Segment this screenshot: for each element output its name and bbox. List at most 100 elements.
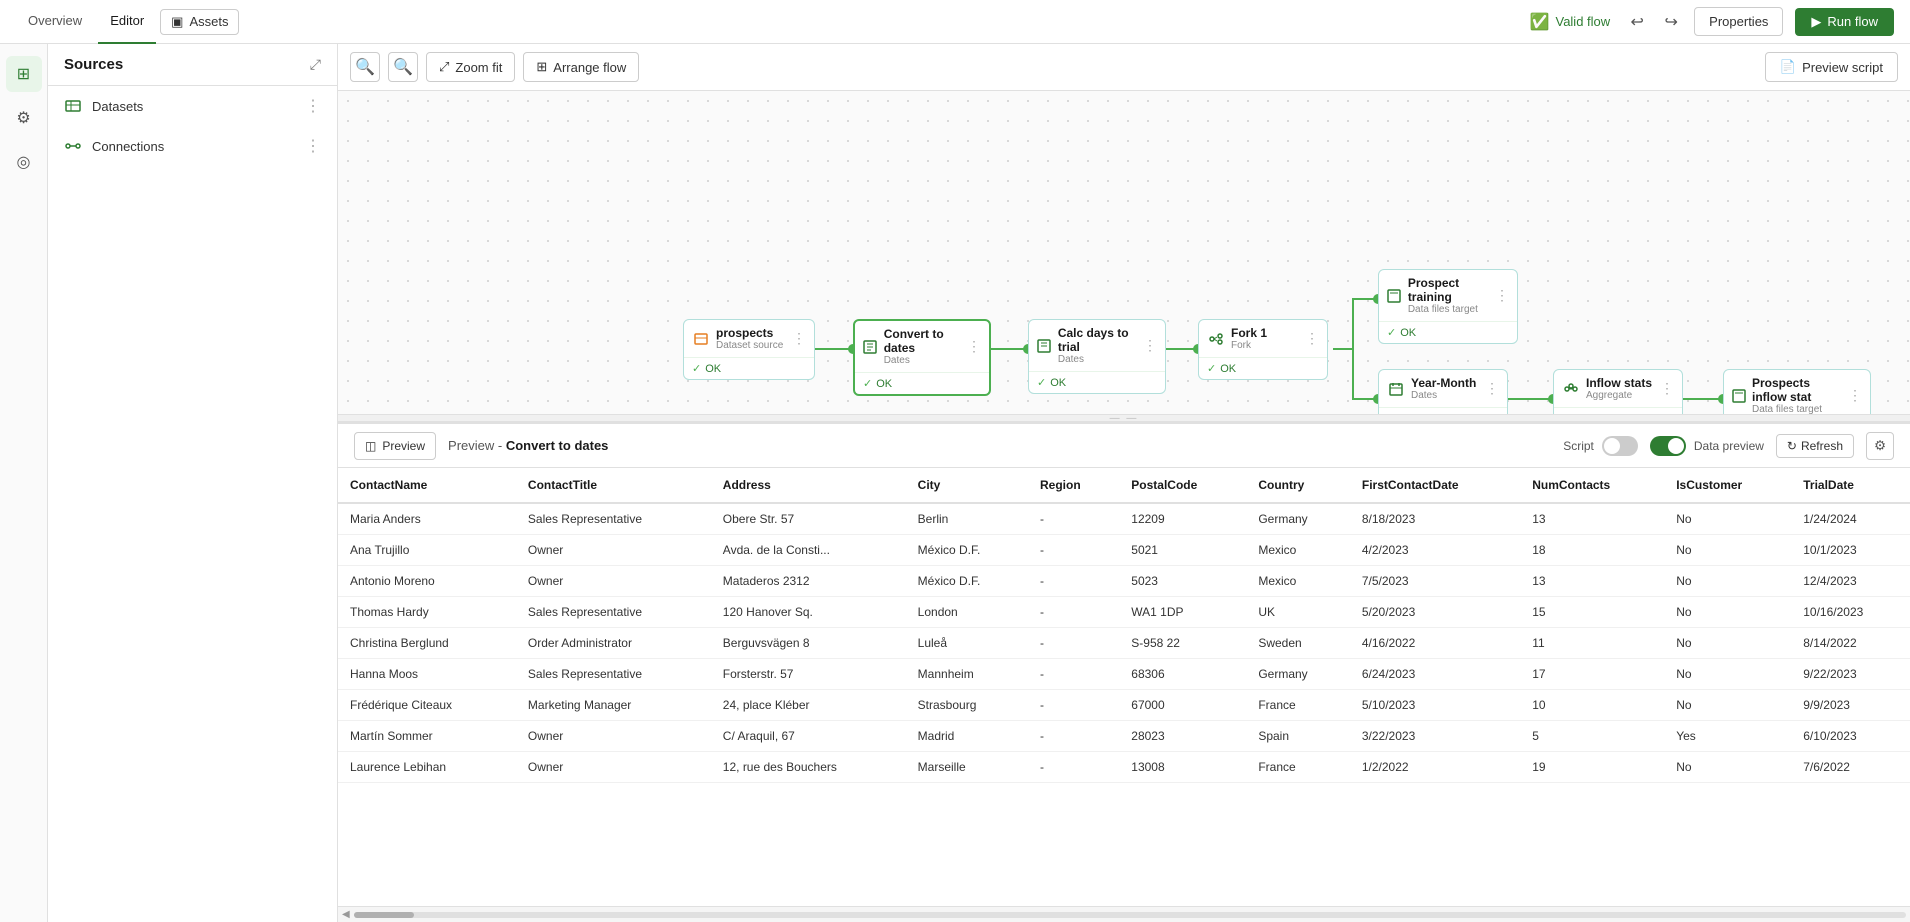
table-cell: Strasbourg <box>906 690 1028 721</box>
sidebar-item-connections[interactable]: Connections ⋮ <box>48 126 337 166</box>
scrollbar-thumb <box>354 912 414 918</box>
node-ym-dots[interactable]: ⋮ <box>1485 380 1499 397</box>
table-cell: 12, rue des Bouchers <box>711 752 906 783</box>
undo-button[interactable]: ↩ <box>1622 7 1652 37</box>
data-table: ContactNameContactTitleAddressCityRegion… <box>338 468 1910 783</box>
node-ym-ok-icon: ✓ <box>1387 412 1396 414</box>
node-fork1[interactable]: Fork 1 Fork ⋮ ✓ OK <box>1198 319 1328 380</box>
table-row: Christina BerglundOrder AdministratorBer… <box>338 628 1910 659</box>
table-cell: Antonio Moreno <box>338 566 516 597</box>
redo-button[interactable]: ↪ <box>1656 7 1686 37</box>
left-strip-home[interactable]: ⊞ <box>6 56 42 92</box>
refresh-icon: ↻ <box>1787 439 1797 453</box>
table-cell: 5023 <box>1119 566 1246 597</box>
table-cell: No <box>1664 659 1791 690</box>
node-prospects-dots[interactable]: ⋮ <box>792 330 806 347</box>
connections-more-icon[interactable]: ⋮ <box>305 136 321 156</box>
zoom-out-button[interactable]: 🔍 <box>388 52 418 82</box>
flow-canvas[interactable]: prospects Dataset source ⋮ ✓ OK <box>338 91 1910 414</box>
table-row: Ana TrujilloOwnerAvda. de la Consti...Mé… <box>338 535 1910 566</box>
tab-assets[interactable]: ▣ Assets <box>160 9 239 35</box>
left-strip-target[interactable]: ◎ <box>6 144 42 180</box>
settings-button[interactable]: ⚙ <box>1866 432 1894 460</box>
preview-script-button[interactable]: 📄 Preview script <box>1765 52 1898 82</box>
table-cell: Sales Representative <box>516 659 711 690</box>
node-pt-dots[interactable]: ⋮ <box>1495 287 1509 304</box>
table-cell: No <box>1664 628 1791 659</box>
table-cell: C/ Araquil, 67 <box>711 721 906 752</box>
inflow-stats-icon <box>1562 380 1580 398</box>
table-cell: 5/10/2023 <box>1350 690 1520 721</box>
preview-tab-icon: ◫ <box>365 439 376 453</box>
tab-editor[interactable]: Editor <box>98 0 156 44</box>
col-header-address: Address <box>711 468 906 503</box>
table-cell: 9/22/2023 <box>1791 659 1910 690</box>
node-convert-dots[interactable]: ⋮ <box>967 338 981 355</box>
node-prospects-inflow-stat[interactable]: Prospects inflow stat Data files target … <box>1723 369 1871 414</box>
sidebar-title: Sources <box>64 56 123 73</box>
node-convert-title: Convert to dates <box>884 327 961 355</box>
left-strip-settings[interactable]: ⚙ <box>6 100 42 136</box>
properties-button[interactable]: Properties <box>1694 7 1783 36</box>
node-pt-ok-label: OK <box>1400 327 1416 339</box>
node-convert-to-dates[interactable]: Convert to dates Dates ⋮ ✓ OK <box>853 319 991 396</box>
arrange-flow-button[interactable]: ⊞ Arrange flow <box>523 52 639 82</box>
node-is-dots[interactable]: ⋮ <box>1660 380 1674 397</box>
scrollbar-area[interactable]: ◀ <box>338 906 1910 922</box>
refresh-button[interactable]: ↻ Refresh <box>1776 434 1854 458</box>
table-cell: Mannheim <box>906 659 1028 690</box>
col-header-region: Region <box>1028 468 1119 503</box>
data-table-wrapper[interactable]: ContactNameContactTitleAddressCityRegion… <box>338 468 1910 906</box>
scrollbar-track[interactable] <box>354 912 1906 918</box>
table-cell: Berlin <box>906 503 1028 535</box>
node-prospects-ok-label: OK <box>705 363 721 375</box>
node-is-ok-icon: ✓ <box>1562 412 1571 414</box>
node-calc-days[interactable]: Calc days to trial Dates ⋮ ✓ OK <box>1028 319 1166 394</box>
node-calc-dots[interactable]: ⋮ <box>1143 337 1157 354</box>
node-pis-dots[interactable]: ⋮ <box>1848 387 1862 404</box>
node-year-month[interactable]: Year-Month Dates ⋮ ✓ OK <box>1378 369 1508 414</box>
expand-icon[interactable]: ⤢ <box>310 56 321 73</box>
node-fork1-dots[interactable]: ⋮ <box>1305 330 1319 347</box>
node-ym-subtitle: Dates <box>1411 390 1476 401</box>
table-cell: 6/10/2023 <box>1791 721 1910 752</box>
data-preview-toggle[interactable] <box>1650 436 1686 456</box>
table-cell: 4/2/2023 <box>1350 535 1520 566</box>
datasets-label: Datasets <box>92 99 143 114</box>
datasets-more-icon[interactable]: ⋮ <box>305 96 321 116</box>
table-cell: 12/4/2023 <box>1791 566 1910 597</box>
table-cell: - <box>1028 597 1119 628</box>
preview-tab-button[interactable]: ◫ Preview <box>354 432 436 460</box>
table-cell: Spain <box>1246 721 1350 752</box>
top-nav: Overview Editor ▣ Assets ✅ Valid flow ↩ … <box>0 0 1910 44</box>
panel-drag-handle[interactable]: — — <box>338 414 1910 422</box>
table-cell: 68306 <box>1119 659 1246 690</box>
table-cell: - <box>1028 752 1119 783</box>
tab-overview[interactable]: Overview <box>16 0 94 44</box>
table-cell: 8/14/2022 <box>1791 628 1910 659</box>
node-prospects[interactable]: prospects Dataset source ⋮ ✓ OK <box>683 319 815 380</box>
col-header-contactname: ContactName <box>338 468 516 503</box>
table-cell: Frédérique Citeaux <box>338 690 516 721</box>
play-icon: ▶ <box>1811 14 1821 30</box>
table-cell: 3/22/2023 <box>1350 721 1520 752</box>
col-header-iscustomer: IsCustomer <box>1664 468 1791 503</box>
run-flow-button[interactable]: ▶ Run flow <box>1795 8 1894 36</box>
col-header-trialdate: TrialDate <box>1791 468 1910 503</box>
sidebar-item-datasets[interactable]: Datasets ⋮ <box>48 86 337 126</box>
table-cell: Owner <box>516 535 711 566</box>
node-calc-subtitle: Dates <box>1058 354 1137 365</box>
node-prospect-training[interactable]: Prospect training Data files target ⋮ ✓ … <box>1378 269 1518 344</box>
node-pis-title: Prospects inflow stat <box>1752 376 1842 404</box>
zoom-in-button[interactable]: 🔍 <box>350 52 380 82</box>
node-convert-ok-label: OK <box>876 378 892 390</box>
table-cell: Martín Sommer <box>338 721 516 752</box>
node-inflow-stats[interactable]: Inflow stats Aggregate ⋮ ✓ OK <box>1553 369 1683 414</box>
zoom-fit-button[interactable]: ⤢ Zoom fit <box>426 52 515 82</box>
script-toggle[interactable] <box>1602 436 1638 456</box>
table-cell: Mexico <box>1246 566 1350 597</box>
connections-icon <box>64 137 82 155</box>
preview-title: Preview - Convert to dates <box>448 438 608 453</box>
node-ym-ok-label: OK <box>1400 413 1416 415</box>
col-header-city: City <box>906 468 1028 503</box>
